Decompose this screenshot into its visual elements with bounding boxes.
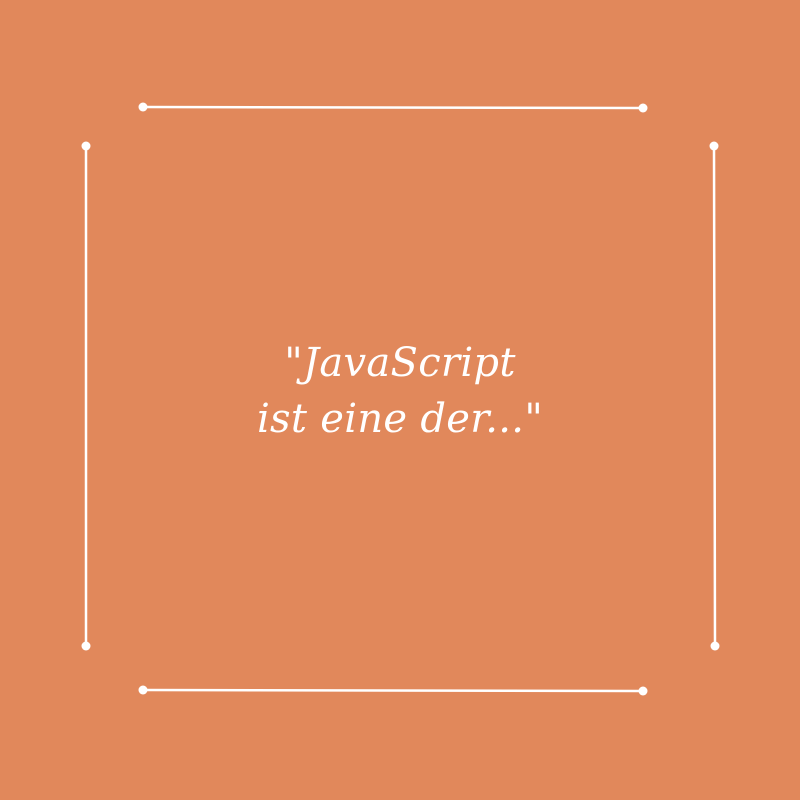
frame-right-line	[709, 141, 720, 651]
frame-left-line	[81, 141, 91, 651]
frame-dot-left-top	[81, 141, 91, 151]
frame-dot-top-right	[638, 103, 648, 113]
quote-text: "JavaScript ist eine der..."	[150, 335, 650, 447]
frame-dot-right-bottom	[710, 641, 720, 651]
frame-dot-right-top	[709, 141, 719, 151]
frame-dot-bottom-right	[638, 686, 648, 696]
frame-dot-top-left	[138, 102, 148, 112]
frame-dot-left-bottom	[81, 641, 91, 651]
frame-bottom-line	[138, 685, 648, 696]
quote-line-2: ist eine der..."	[256, 396, 544, 442]
frame-dot-bottom-left	[138, 685, 148, 695]
quote-line-1: "JavaScript	[284, 340, 516, 386]
frame-top-line	[138, 102, 648, 113]
